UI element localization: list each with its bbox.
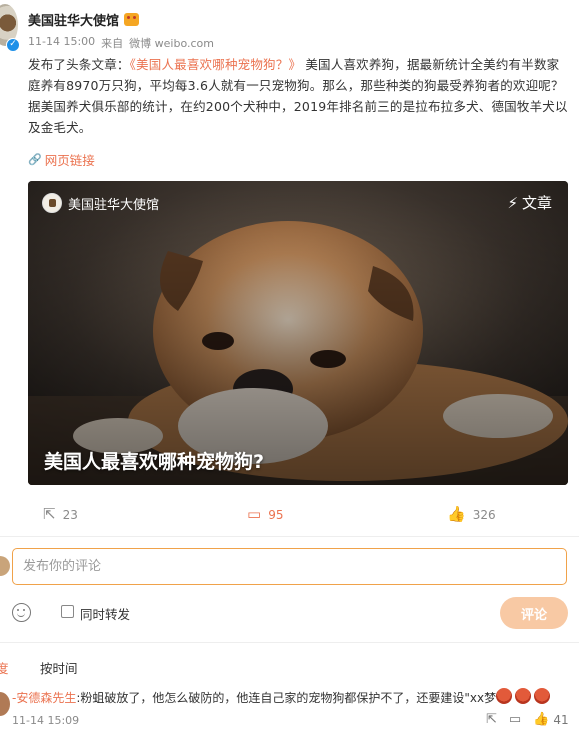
comment-text: :粉蛆破放了，他怎么破防的，他连自己家的宠物狗都保护不了，还要建设"xx梦" [76,691,502,705]
comment-input-box[interactable] [12,548,567,585]
like-button[interactable]: 👍 326 [447,507,496,522]
comment-item: -安德森先生:粉蛆破放了，他怎么破防的，他连自己家的宠物狗都保护不了，还要建设"… [12,689,502,706]
comment-reply-icon[interactable]: ▭ [509,712,521,727]
emoji-sticker-icon [496,688,512,704]
card-account-name: 美国驻华大使馆 [68,197,160,213]
sort-tab-time[interactable]: 按时间 [40,658,78,677]
share-count: 23 [62,507,78,522]
repost-label[interactable]: 同时转发 [80,604,130,623]
card-title: 美国人最喜欢哪种宠物狗? [44,451,265,473]
article-card[interactable]: 美国驻华大使馆 ⚡ 文章 美国人最喜欢哪种宠物狗? [28,181,568,485]
post-content: 发布了头条文章：《美国人最喜欢哪种宠物狗？》 美国人喜欢养狗，据最新统计全美约有… [28,54,568,138]
comment-time: 11-14 15:09 [12,714,80,727]
divider [0,642,579,643]
link-icon: 🔗 [28,153,42,166]
emoji-sticker-icon [515,688,531,704]
post-source: 微博 weibo.com [129,37,214,50]
emoji-sticker-icon [534,688,550,704]
card-tag: ⚡ 文章 [507,192,552,213]
post-time[interactable]: 11-14 15:00 [28,35,95,51]
comment-input[interactable] [13,549,566,584]
source-prefix: 来自 [101,37,124,50]
bulldog-photo [28,181,568,485]
comment-like-count: 41 [553,712,569,727]
comment-share-icon[interactable]: ⇱ [486,712,497,727]
lightning-icon: ⚡ [507,193,518,212]
post-meta: 11-14 15:00 来自 微博 weibo.com [28,35,214,51]
submit-comment-button[interactable]: 评论 [500,597,568,629]
content-prefix: 发布了头条文章： [28,57,130,72]
repost-checkbox[interactable] [61,605,74,618]
commenter-avatar[interactable] [0,692,10,716]
author-name-row: 美国驻华大使馆 [28,10,140,29]
commenter-name[interactable]: -安德森先生 [12,691,76,705]
web-link-label: 网页链接 [44,153,95,168]
card-account: 美国驻华大使馆 [42,193,159,213]
verified-icon: ✓ [6,38,20,52]
thumbs-up-icon: 👍 [447,505,466,523]
author-name[interactable]: 美国驻华大使馆 [28,10,119,29]
comment-button[interactable]: ▭ 95 [247,507,283,522]
comment-actions: ⇱ ▭ 👍 41 [486,712,569,727]
comment-like-icon[interactable]: 👍 [533,712,549,727]
my-avatar [0,556,10,576]
sort-tab-hot[interactable]: 度 [0,658,9,677]
like-count: 326 [472,507,496,522]
share-button[interactable]: ⇱ 23 [43,507,78,522]
embassy-logo-icon [42,193,62,213]
web-link[interactable]: 🔗 网页链接 [28,150,95,169]
card-tag-label: 文章 [521,194,552,212]
divider [0,536,579,537]
share-icon: ⇱ [43,505,56,523]
fan-badge-icon [124,13,140,26]
comment-count: 95 [268,507,284,522]
article-link[interactable]: 《美国人最喜欢哪种宠物狗？》 [130,57,302,72]
comment-icon: ▭ [247,505,262,523]
comment-emojis [496,688,550,704]
emoji-icon[interactable] [12,603,31,622]
